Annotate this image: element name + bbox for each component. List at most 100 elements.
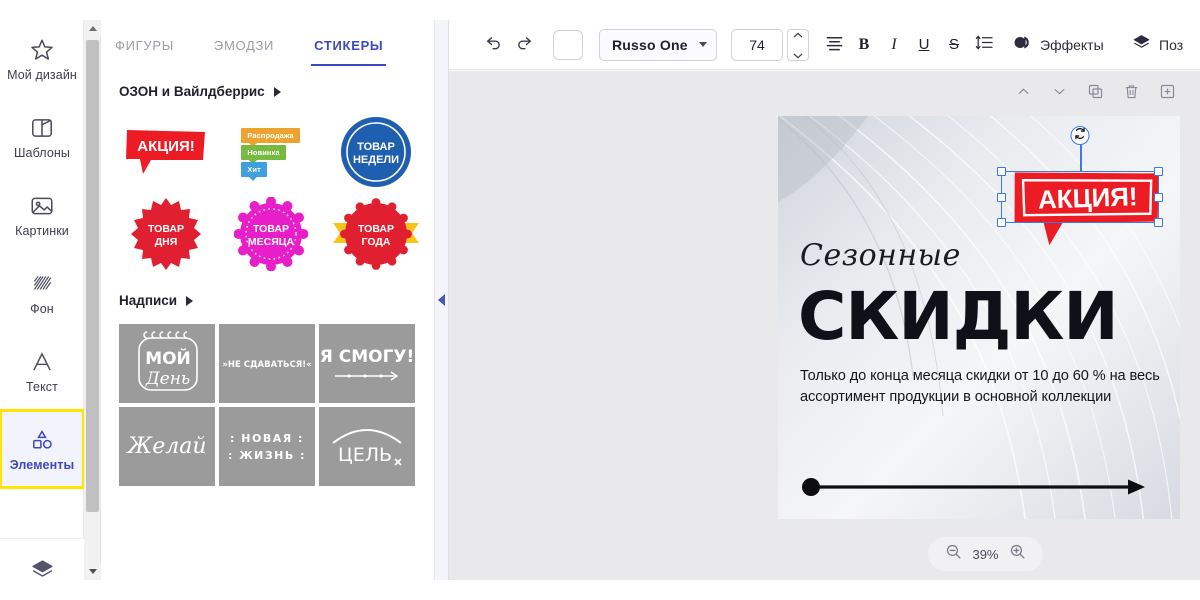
redo-button[interactable] — [509, 29, 539, 61]
lettering-new-life[interactable]: : НОВАЯ : : ЖИЗНЬ : — [219, 407, 315, 486]
bold-label: B — [858, 35, 870, 53]
sticker-product-of-month[interactable]: ТОВАР МЕСЯЦА — [224, 195, 317, 273]
sidebar-item-my-design[interactable]: Мой дизайн — [0, 20, 84, 98]
section-header-lettering[interactable]: Надписи — [101, 273, 434, 318]
badge-sale: Распродажа — [241, 127, 300, 147]
tab-figures[interactable]: ФИГУРЫ — [115, 20, 174, 70]
italic-button[interactable]: I — [879, 29, 909, 61]
font-size-input[interactable]: 74 — [731, 28, 783, 61]
svg-text:ТОВАР: ТОВАР — [358, 223, 394, 235]
font-size-stepper[interactable] — [787, 28, 809, 64]
sidebar-item-label: Мой дизайн — [7, 67, 77, 82]
svg-text:ТОВАР: ТОВАР — [357, 141, 395, 153]
svg-text:ТОВАР: ТОВАР — [148, 223, 184, 235]
tab-stickers[interactable]: СТИКЕРЫ — [311, 20, 387, 70]
panel-collapse-button[interactable] — [435, 20, 449, 580]
position-label: Поз — [1159, 37, 1184, 53]
position-button[interactable]: Поз — [1132, 20, 1200, 70]
bold-button[interactable]: B — [849, 29, 879, 61]
badge-stack: Распродажа Новинка Хит — [241, 127, 300, 181]
lettering-my-day[interactable]: МОЙ День — [119, 324, 215, 403]
chevron-down-icon — [1052, 84, 1067, 104]
badge-new: Новинка — [241, 144, 286, 164]
pattern-icon — [29, 271, 55, 297]
sidebar-item-templates[interactable]: Шаблоны — [0, 98, 84, 176]
canvas-area[interactable]: Сезонные СКИДКИ Только до конца месяца с… — [449, 71, 1200, 580]
chevron-down-icon[interactable] — [793, 46, 803, 64]
sidebar-item-elements[interactable]: Элементы — [0, 409, 85, 489]
templates-icon — [29, 115, 55, 141]
sticker-badge-stack[interactable]: Распродажа Новинка Хит — [224, 113, 317, 191]
sticker-product-of-day[interactable]: ТОВАР ДНЯ — [119, 195, 212, 273]
window-top-strip — [0, 0, 1200, 20]
section-header-ozon-wb[interactable]: ОЗОН и Вайлдберрис — [101, 70, 434, 109]
delete-button[interactable] — [1120, 83, 1142, 105]
scroll-up-button[interactable] — [84, 20, 101, 37]
lettering-goal[interactable]: ЦЕЛЬ — [319, 407, 415, 486]
resize-handle-tl[interactable] — [997, 167, 1006, 176]
duplicate-icon — [1087, 83, 1104, 105]
layers-icon — [1132, 33, 1151, 57]
resize-handle-l[interactable] — [997, 192, 1006, 202]
chevron-up-icon[interactable] — [793, 25, 803, 43]
resize-handle-br[interactable] — [1154, 218, 1163, 227]
sidebar-item-images[interactable]: Картинки — [0, 176, 84, 254]
svg-text:МЕСЯЦА: МЕСЯЦА — [247, 236, 294, 248]
svg-text:»НЕ СДАВАТЬСЯ!«: »НЕ СДАВАТЬСЯ!« — [222, 360, 311, 370]
left-sidebar: Мой дизайн Шаблоны Картинки Фон Текст Эл… — [0, 20, 85, 600]
sidebar-item-label: Элементы — [9, 457, 75, 472]
sidebar-item-label: Текст — [26, 379, 58, 394]
artboard[interactable]: Сезонные СКИДКИ Только до конца месяца с… — [778, 116, 1180, 519]
design-body-text: Только до конца месяца скидки от 10 до 6… — [800, 368, 1160, 405]
rotate-handle[interactable] — [1070, 126, 1090, 145]
move-up-button[interactable] — [1012, 83, 1034, 105]
circle-badge-sticker: ТОВАР НЕДЕЛИ — [340, 117, 411, 187]
text-align-button[interactable] — [819, 29, 849, 61]
font-family-select[interactable]: Russo One — [599, 28, 717, 61]
sticker-product-of-week[interactable]: ТОВАР НЕДЕЛИ — [329, 113, 422, 191]
lettering-i-can[interactable]: Я СМОГУ! — [319, 324, 415, 403]
zoom-out-button[interactable] — [945, 543, 962, 565]
sidebar-scrollbar[interactable] — [84, 20, 101, 580]
resize-handle-tr[interactable] — [1154, 167, 1163, 176]
resize-handle-r[interactable] — [1154, 192, 1163, 202]
scallop-badge-sticker: ТОВАР МЕСЯЦА — [233, 197, 308, 271]
redo-icon — [514, 32, 534, 57]
sidebar-item-background[interactable]: Фон — [0, 254, 84, 332]
sticker-akciya[interactable]: АКЦИЯ! — [119, 113, 212, 191]
add-button[interactable] — [1156, 83, 1178, 105]
resize-handle-bl[interactable] — [997, 218, 1006, 227]
trash-icon — [1123, 83, 1140, 105]
chevron-up-icon — [1016, 84, 1031, 104]
undo-button[interactable] — [479, 29, 509, 61]
underline-button[interactable]: U — [909, 29, 939, 61]
lettering-art: МОЙ День — [138, 331, 198, 391]
layers-icon — [30, 557, 55, 582]
chevron-right-icon — [273, 86, 281, 97]
lettering-art: ЦЕЛЬ — [332, 429, 402, 466]
section-title: Надписи — [119, 293, 178, 308]
plus-box-icon — [1159, 83, 1176, 105]
svg-text:ТОВАР: ТОВАР — [253, 223, 289, 235]
strikethrough-button[interactable]: S — [939, 29, 969, 61]
sticker-row-1: АКЦИЯ! Распродажа Новинка Хит ТОВАР НЕДЕ… — [101, 109, 434, 191]
text-color-swatch[interactable] — [553, 29, 583, 60]
lettering-never-give-up[interactable]: »НЕ СДАВАТЬСЯ!« — [219, 324, 315, 403]
scroll-down-button[interactable] — [84, 563, 101, 580]
duplicate-button[interactable] — [1084, 83, 1106, 105]
effects-button[interactable]: Эффекты — [1005, 29, 1112, 61]
design-main-title: СКИДКИ — [798, 278, 1119, 355]
tab-emoji[interactable]: ЭМОДЗИ — [214, 20, 274, 70]
selection-frame[interactable] — [997, 126, 1163, 227]
line-spacing-button[interactable] — [969, 29, 999, 61]
move-down-button[interactable] — [1048, 83, 1070, 105]
scrollbar-thumb[interactable] — [86, 40, 99, 512]
zoom-in-button[interactable] — [1009, 543, 1026, 565]
chevron-right-icon — [186, 295, 194, 306]
rotate-icon — [1074, 127, 1087, 145]
lettering-wish[interactable]: Желай — [119, 407, 215, 486]
line-spacing-icon — [975, 33, 994, 57]
design-arrow-graphic — [802, 478, 1145, 496]
sticker-product-of-year[interactable]: ТОВАР ГОДА — [329, 195, 422, 273]
sidebar-item-text[interactable]: Текст — [0, 332, 84, 410]
